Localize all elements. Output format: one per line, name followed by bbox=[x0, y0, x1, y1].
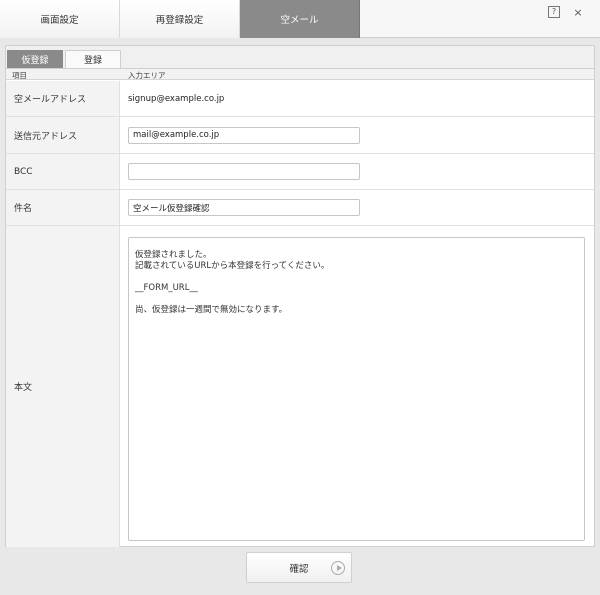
top-tab-bar: 画面設定 再登録設定 空メール ? × bbox=[0, 0, 600, 38]
play-icon bbox=[331, 561, 345, 575]
label-sender-address: 送信元アドレス bbox=[6, 117, 120, 153]
close-button[interactable]: × bbox=[569, 4, 587, 20]
tab-provisional-registration[interactable]: 仮登録 bbox=[7, 50, 63, 68]
settings-panel: 仮登録 登録 項目 入力エリア 空メールアドレス signup@example.… bbox=[5, 45, 595, 547]
header-item: 項目 bbox=[12, 71, 27, 80]
tab-screen-settings[interactable]: 画面設定 bbox=[0, 0, 120, 38]
subject-input[interactable]: 空メール仮登録確認 bbox=[128, 199, 360, 216]
help-button[interactable]: ? bbox=[545, 4, 563, 20]
row-sender-address: 送信元アドレス mail@example.co.jp bbox=[6, 117, 594, 154]
table-header: 項目 入力エリア bbox=[6, 69, 594, 80]
value-empty-mail-address: signup@example.co.jp bbox=[128, 93, 225, 104]
label-empty-mail-address: 空メールアドレス bbox=[6, 81, 120, 116]
settings-table: 項目 入力エリア 空メールアドレス signup@example.co.jp 送… bbox=[6, 68, 594, 547]
confirm-label: 確認 bbox=[289, 563, 309, 575]
label-subject: 件名 bbox=[6, 190, 120, 225]
body-textarea[interactable]: 仮登録されました。 記載されているURLから本登録を行ってください。 __FOR… bbox=[128, 237, 585, 541]
row-subject: 件名 空メール仮登録確認 bbox=[6, 190, 594, 226]
row-empty-mail-address: 空メールアドレス signup@example.co.jp bbox=[6, 81, 594, 117]
confirm-button[interactable]: 確認 bbox=[246, 552, 352, 583]
row-bcc: BCC bbox=[6, 154, 594, 190]
tab-reregistration-settings[interactable]: 再登録設定 bbox=[120, 0, 240, 38]
tab-registration[interactable]: 登録 bbox=[65, 50, 121, 68]
header-input-area: 入力エリア bbox=[128, 71, 166, 80]
sender-address-input[interactable]: mail@example.co.jp bbox=[128, 126, 360, 144]
close-icon: × bbox=[573, 5, 583, 19]
help-icon: ? bbox=[548, 6, 560, 18]
bcc-input[interactable] bbox=[128, 163, 360, 180]
tab-empty-mail[interactable]: 空メール bbox=[240, 0, 360, 38]
label-body: 本文 bbox=[6, 226, 120, 547]
label-bcc: BCC bbox=[6, 154, 120, 189]
